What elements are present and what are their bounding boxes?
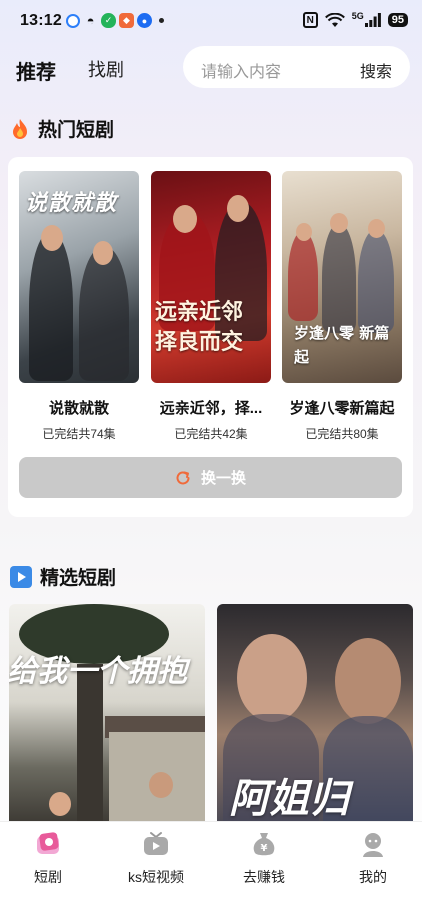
status-time: 13:12 [20,12,62,29]
nav-label: 我的 [359,869,387,885]
notification-icons: ◓ ✓ ◆ ● [66,13,164,28]
nav-item-profile[interactable]: 我的 [323,830,422,887]
drama-poster[interactable]: 说散就散 [19,171,139,383]
system-icons: N 5G 95 [302,11,408,28]
hot-section-title: 热门短剧 [10,115,114,142]
nfc-icon: N [302,12,318,28]
tab-recommend[interactable]: 推荐 [16,56,56,85]
bottom-nav: 短剧 ks短视频 ¥ 去赚钱 我的 [0,821,422,899]
nav-item-drama[interactable]: 短剧 [0,830,98,887]
more-notifications-dot [159,18,164,23]
status-bar: 13:12 ◓ ✓ ◆ ● N 5G 95 [0,0,422,42]
signal-label: 5G [351,11,364,21]
poster-title-text: 阿姐归 [229,775,349,822]
nav-label: 短剧 [34,869,62,885]
play-icon [10,565,32,588]
drama-item[interactable]: 远亲近邻 择良而交 远亲近邻，择... 已完结共42集 [151,171,271,442]
poster-title-text: 岁逢八零 新篇起 [294,324,390,366]
selected-drama-poster[interactable]: 给我一个拥抱 [9,604,205,822]
tab-find-drama[interactable]: 找剧 [88,56,124,82]
drama-title[interactable]: 岁逢八零新篇起 [282,397,402,418]
money-bag-icon: ¥ [253,833,275,856]
wifi-icon [324,12,345,27]
search-box[interactable]: 请输入内容 搜索 [183,46,410,88]
drama-status: 已完结共74集 [42,427,116,441]
signal-icon [364,13,381,27]
drama-poster[interactable]: 岁逢八零 新篇起 [282,171,402,383]
svg-text:¥: ¥ [261,843,268,854]
hot-section-label: 热门短剧 [38,120,115,141]
nav-item-earn-money[interactable]: ¥ 去赚钱 [214,830,314,887]
drama-item[interactable]: 岁逢八零 新篇起 岁逢八零新篇起 已完结共80集 [282,171,402,442]
app-notification-icon: ◆ [119,13,134,28]
fire-icon [13,118,27,139]
drama-icon [37,832,59,854]
drama-title[interactable]: 说散就散 [19,397,139,418]
drama-status: 已完结共80集 [305,427,379,441]
battery-icon: 95 [387,13,408,27]
drama-title[interactable]: 远亲近邻，择... [151,397,271,418]
search-button[interactable]: 搜索 [360,58,392,82]
shield-icon: ✓ [101,13,116,28]
poster-title-text: 远亲近邻 择良而交 [155,299,244,355]
nav-item-ks-video[interactable]: ks短视频 [106,830,206,887]
nav-label: 去赚钱 [243,869,285,885]
refresh-label: 换一换 [200,470,246,487]
refresh-icon [176,470,190,484]
qq-icon: ◓ [86,13,95,28]
refresh-button[interactable]: 换一换 [19,457,402,498]
selected-section-title: 精选短剧 [10,563,116,590]
selected-section-label: 精选短剧 [40,568,117,589]
hot-dramas-card: 说散就散 说散就散 已完结共74集 远亲近邻 择良而交 远亲近邻，择... 已完… [8,157,413,517]
app-notification-icon: ● [137,13,152,28]
poster-title-text: 给我一个拥抱 [9,654,187,689]
app-notification-icon [66,13,80,28]
nav-label: ks短视频 [128,869,184,885]
drama-item[interactable]: 说散就散 说散就散 已完结共74集 [19,171,139,442]
selected-drama-poster[interactable]: 阿姐归 [217,604,413,822]
tv-icon [144,832,168,855]
drama-status: 已完结共42集 [174,427,248,441]
top-header: 推荐 找剧 请输入内容 搜索 [0,44,422,92]
profile-icon [363,833,383,857]
poster-title-text: 说散就散 [25,190,118,216]
drama-poster[interactable]: 远亲近邻 择良而交 [151,171,271,383]
search-input[interactable]: 请输入内容 [201,58,281,82]
